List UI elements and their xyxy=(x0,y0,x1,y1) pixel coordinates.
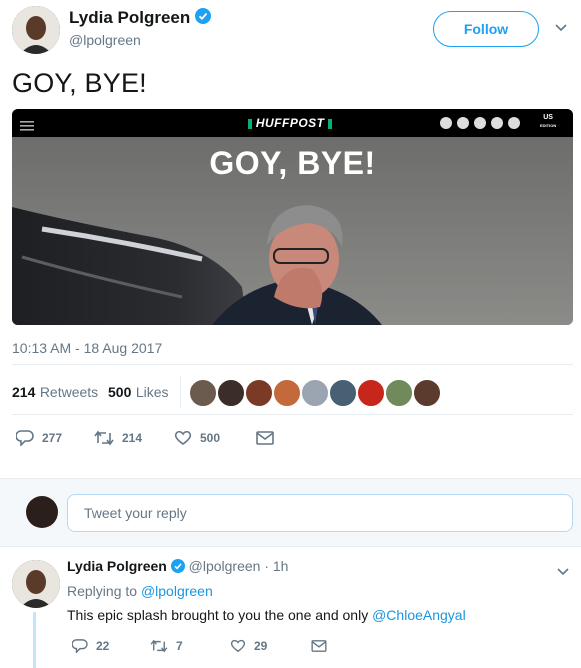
thread-line xyxy=(33,612,36,668)
retweet-icon xyxy=(150,639,168,653)
reply-icon xyxy=(16,430,34,446)
menu-icon xyxy=(20,118,34,136)
twitter-icon xyxy=(474,117,486,129)
verified-icon xyxy=(194,8,211,29)
retweet-icon xyxy=(94,430,114,446)
avatar xyxy=(300,378,330,408)
reply-icon xyxy=(72,639,88,653)
reply-text: This epic splash brought to you the one … xyxy=(67,607,466,623)
avatar xyxy=(272,378,302,408)
author-block: Lydia Polgreen @lpolgreen xyxy=(69,8,211,48)
reply-like-action[interactable]: 29 xyxy=(230,639,267,653)
huffpost-navbar: HUFFPOST US EDITION xyxy=(12,109,573,137)
divider xyxy=(12,364,573,365)
edition-label: US EDITION xyxy=(540,114,557,128)
social-icons xyxy=(440,117,520,129)
heart-icon xyxy=(230,639,246,653)
reply-header: Lydia Polgreen @lpolgreen · 1h xyxy=(67,558,288,576)
retweets-stat[interactable]: 214 Retweets xyxy=(12,384,98,402)
reply-author-avatar[interactable] xyxy=(12,560,60,608)
avatar xyxy=(356,378,386,408)
mention-link[interactable]: @ChloeAngyal xyxy=(372,607,466,623)
reply-author-name[interactable]: Lydia Polgreen xyxy=(67,558,167,574)
tweet-timestamp[interactable]: 10:13 AM - 18 Aug 2017 xyxy=(12,340,162,356)
reply-reply-action[interactable]: 22 xyxy=(72,639,109,653)
avatar xyxy=(328,378,358,408)
replying-to: Replying to @lpolgreen xyxy=(67,583,213,599)
avatar xyxy=(412,378,442,408)
mail-icon xyxy=(440,117,452,129)
follow-button[interactable]: Follow xyxy=(433,11,539,47)
chevron-down-icon[interactable] xyxy=(554,20,568,38)
chevron-down-icon[interactable] xyxy=(556,564,570,582)
likers-avatars[interactable] xyxy=(188,378,442,408)
verified-icon xyxy=(170,558,185,576)
like-action[interactable]: 500 xyxy=(174,430,220,446)
separator: · xyxy=(264,558,269,574)
envelope-icon xyxy=(311,640,327,652)
avatar xyxy=(244,378,274,408)
current-user-avatar xyxy=(26,496,58,528)
huffpost-logo: HUFFPOST xyxy=(248,116,333,130)
message-action[interactable] xyxy=(256,431,274,445)
replying-to-link[interactable]: @lpolgreen xyxy=(141,583,213,599)
avatar xyxy=(188,378,218,408)
facebook-icon xyxy=(457,117,469,129)
avatar xyxy=(384,378,414,408)
reply-message-action[interactable] xyxy=(311,640,327,652)
snapchat-icon xyxy=(508,117,520,129)
author-handle[interactable]: @lpolgreen xyxy=(69,32,211,48)
stats-divider xyxy=(180,376,181,408)
heart-icon xyxy=(174,430,192,445)
tweet-text: GOY, BYE! xyxy=(12,68,147,98)
envelope-icon xyxy=(256,431,274,445)
tweet-media[interactable]: HUFFPOST US EDITION GOY, BYE! xyxy=(12,109,573,325)
author-avatar[interactable] xyxy=(12,6,60,54)
author-name[interactable]: Lydia Polgreen xyxy=(69,8,190,27)
instagram-icon xyxy=(491,117,503,129)
reply-retweet-action[interactable]: 7 xyxy=(150,639,183,653)
divider xyxy=(12,414,573,415)
media-headline: GOY, BYE! xyxy=(209,145,376,181)
avatar xyxy=(216,378,246,408)
retweet-action[interactable]: 214 xyxy=(94,430,142,446)
reply-time[interactable]: 1h xyxy=(273,558,289,574)
reply-composer-area: Tweet your reply xyxy=(0,478,581,547)
reply-author-handle[interactable]: @lpolgreen xyxy=(189,558,261,574)
reply-input[interactable]: Tweet your reply xyxy=(67,494,573,532)
reply-action[interactable]: 277 xyxy=(16,430,62,446)
likes-stat[interactable]: 500 Likes xyxy=(108,384,169,402)
